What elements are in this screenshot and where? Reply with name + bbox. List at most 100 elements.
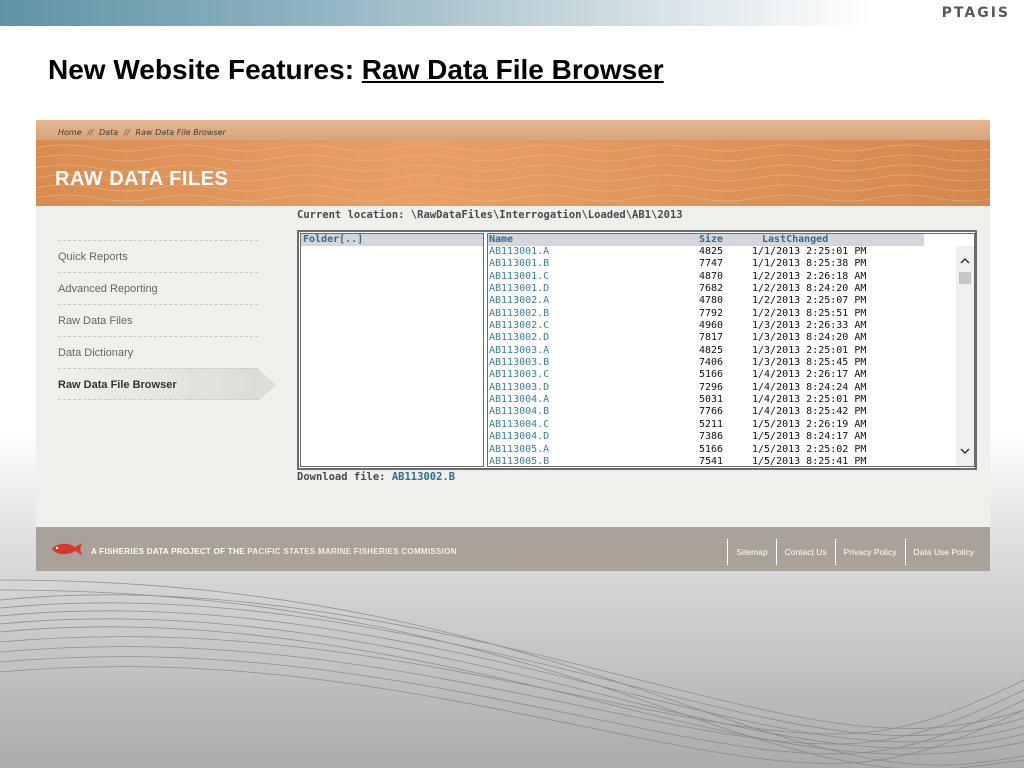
file-size: 7792 [699,307,724,319]
download-file: Download file: AB113002.B [297,471,455,483]
page-title: RAW DATA FILES [55,168,229,190]
breadcrumb-current: Raw Data File Browser [135,128,226,137]
file-lastchanged: 1/3/2013 8:25:45 PM [752,357,867,369]
chevron-up-icon[interactable] [956,254,974,270]
file-name-link[interactable]: AB113004.A [489,394,549,406]
file-row: AB113001.C 4870 1/2/2013 2:26:18 AM [488,271,958,283]
file-name-link[interactable]: AB113005.A [489,444,549,456]
sidebar-item-raw-data-file-browser[interactable]: Raw Data File Browser [58,368,276,401]
current-location-path: \RawDataFiles\Interrogation\Loaded\AB1\2… [410,209,683,221]
file-lastchanged: 1/3/2013 8:24:20 AM [752,332,867,344]
file-lastchanged: 1/1/2013 8:25:38 PM [752,258,867,270]
footer-project-label: A FISHERIES DATA PROJECT OF THE [91,547,245,556]
file-row: AB113004.D 7386 1/5/2013 8:24:17 AM [488,431,958,443]
breadcrumb: Home // Data // Raw Data File Browser [36,120,990,140]
file-name-link[interactable]: AB113003.A [489,345,549,357]
ptagis-logo: PTAGIS [941,5,1010,21]
file-name-link[interactable]: AB113001.A [489,246,549,258]
file-name-link[interactable]: AB113002.B [489,308,549,320]
file-size: 4825 [699,246,724,257]
file-name-link[interactable]: AB113002.C [489,320,549,332]
fish-icon [52,543,82,555]
column-header-size[interactable]: Size [699,234,723,246]
file-name-link[interactable]: AB113001.C [489,271,549,283]
file-row: AB113002.C 4960 1/3/2013 2:26:33 AM [488,320,958,332]
file-browser: Folder[..] Name Size LastChanged AB11300… [297,230,977,470]
file-row: AB113004.C 5211 1/5/2013 2:26:19 AM [488,419,958,431]
file-size: 7747 [699,258,724,270]
file-name-link[interactable]: AB113004.C [489,419,549,431]
file-size: 5166 [699,443,724,455]
file-row: AB113003.D 7296 1/4/2013 8:24:24 AM [488,382,958,394]
file-lastchanged: 1/4/2013 8:24:24 AM [752,381,867,393]
chevron-down-icon[interactable] [956,444,974,460]
file-name-link[interactable]: AB113002.A [489,295,549,307]
file-row: AB113005.B 7541 1/5/2013 8:25:41 PM [488,455,958,467]
page-banner: RAW DATA FILES [36,140,990,206]
file-name-link[interactable]: AB113004.B [489,406,549,418]
footer-link-contact-us[interactable]: Contact Us [775,539,835,565]
file-lastchanged: 1/5/2013 8:24:17 AM [752,431,867,443]
file-row: AB113003.A 4825 1/3/2013 2:25:01 PM [488,345,958,357]
file-name-link[interactable]: AB113001.D [489,283,549,295]
file-row: AB113003.B 7406 1/3/2013 8:25:45 PM [488,357,958,369]
top-gradient-bar [0,0,1024,26]
file-name-link[interactable]: AB113003.D [489,382,549,394]
slide-title-link: Raw Data File Browser [361,54,664,85]
sidebar-item-advanced-reporting[interactable]: Advanced Reporting [58,272,258,304]
current-location-label: Current location: [297,209,405,221]
file-size: 7296 [699,381,724,393]
file-name-link[interactable]: AB113003.B [489,357,549,369]
file-size: 7682 [699,283,724,295]
file-name-link[interactable]: AB113002.D [489,332,549,344]
breadcrumb-separator: // [87,128,94,137]
column-header-lastchanged[interactable]: LastChanged [762,234,828,246]
file-list-scrollbar[interactable] [956,246,974,466]
file-size: 7817 [699,332,724,344]
file-size: 7406 [699,357,724,369]
file-row: AB113001.D 7682 1/2/2013 8:24:20 AM [488,283,958,295]
site-footer: A FISHERIES DATA PROJECT OF THE PACIFIC … [36,527,990,571]
footer-link-sitemap[interactable]: Sitemap [727,539,775,565]
footer-org-link[interactable]: PACIFIC STATES MARINE FISHERIES COMMISSI… [247,547,457,556]
file-row: AB113004.A 5031 1/4/2013 2:25:01 PM [488,394,958,406]
file-list-pane: Name Size LastChanged AB113001.A 4825 1/1/… [487,233,975,467]
breadcrumb-data[interactable]: Data [99,128,118,137]
file-lastchanged: 1/4/2013 8:25:42 PM [752,406,867,418]
file-list-header: Name Size LastChanged [488,234,924,246]
folder-parent-link[interactable]: Folder[..] [301,234,483,246]
file-name-link[interactable]: AB113003.C [489,369,549,381]
file-name-link[interactable]: AB113001.B [489,258,549,270]
file-row: AB113002.A 4780 1/2/2013 2:25:07 PM [488,295,958,307]
file-size: 4825 [699,344,724,356]
scrollbar-thumb[interactable] [959,272,971,284]
download-label: Download file: [297,471,386,483]
footer-link-privacy-policy[interactable]: Privacy Policy [834,539,905,565]
file-lastchanged: 1/4/2013 2:26:17 AM [752,369,867,381]
file-size: 5031 [699,394,724,406]
file-lastchanged: 1/5/2013 2:25:02 PM [752,443,867,455]
file-list: AB113001.A 4825 1/1/2013 2:25:01 PM AB1130… [488,246,958,467]
download-file-link[interactable]: AB113002.B [392,471,455,483]
file-size: 7541 [699,455,724,467]
file-name-link[interactable]: AB113005.B [489,456,549,466]
sidebar-item-data-dictionary[interactable]: Data Dictionary [58,336,258,368]
file-row: AB113003.C 5166 1/4/2013 2:26:17 AM [488,369,958,381]
sidebar-item-raw-data-files[interactable]: Raw Data Files [58,304,258,336]
file-lastchanged: 1/3/2013 2:25:01 PM [752,344,867,356]
file-size: 4960 [699,320,724,332]
column-header-name[interactable]: Name [489,234,513,246]
file-row: AB113002.B 7792 1/2/2013 8:25:51 PM [488,308,958,320]
file-name-link[interactable]: AB113004.D [489,431,549,443]
file-row: AB113001.B 7747 1/1/2013 8:25:38 PM [488,258,958,270]
footer-link-data-use-policy[interactable]: Data Use Policy [904,539,982,565]
file-lastchanged: 1/5/2013 2:26:19 AM [752,418,867,430]
file-size: 7386 [699,431,724,443]
breadcrumb-home[interactable]: Home [58,128,82,137]
breadcrumb-separator: // [124,128,130,137]
current-location: Current location: \RawDataFiles\Interrog… [297,209,683,221]
slide-title: New Website Features: Raw Data File Brow… [48,54,664,86]
sidebar-item-quick-reports[interactable]: Quick Reports [58,240,258,272]
slide-title-prefix: New Website Features: [48,54,362,85]
file-lastchanged: 1/2/2013 8:24:20 AM [752,283,867,295]
